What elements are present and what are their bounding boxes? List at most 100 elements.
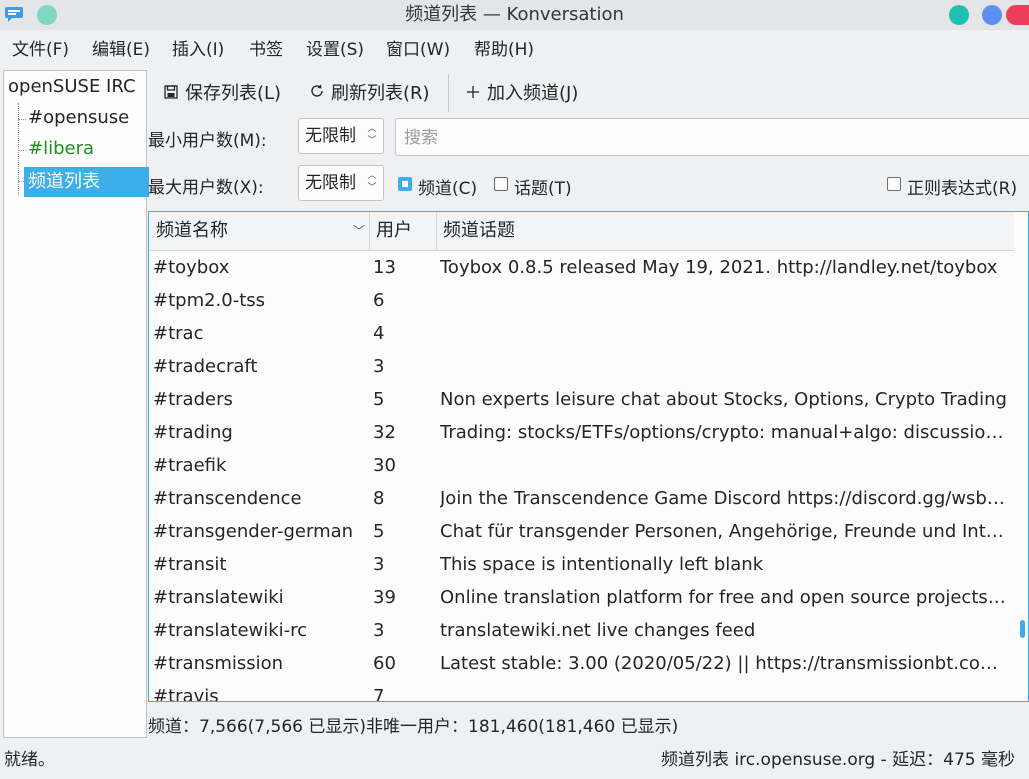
channel-table: 频道名称 ﹀ 用户 频道话题 #toybox 13 Toybox 0.8.5 rel… [148, 211, 1029, 702]
table-row[interactable]: #transgender-german 5 Chat für transgender… [149, 515, 1015, 548]
tree-item-libera[interactable]: #libera [28, 138, 94, 159]
refresh-icon [306, 76, 328, 112]
refresh-list-label: 刷新列表(R) [331, 83, 430, 104]
tree-item-channel-list[interactable]: 频道列表 [24, 167, 149, 197]
user-count-cell: 5 [373, 521, 385, 542]
channel-name-cell: #toybox [153, 257, 230, 278]
table-row[interactable]: #tpm2.0-tss 6 [149, 284, 1015, 317]
channel-checkbox-label[interactable]: 频道(C) [418, 174, 477, 199]
tree-item-server[interactable]: openSUSE IRC [8, 76, 136, 97]
join-channel-button[interactable]: 加入频道(J) [462, 76, 578, 112]
menu-file[interactable]: 文件(F) [12, 32, 69, 68]
topic-checkbox[interactable] [494, 177, 508, 191]
channel-name-cell: #transcendence [153, 488, 302, 509]
user-count-cell: 6 [373, 290, 385, 311]
search-input[interactable] [402, 119, 1006, 157]
user-count-cell: 39 [373, 587, 396, 608]
table-row[interactable]: #transmission 60 Latest stable: 3.00 (2020… [149, 647, 1015, 680]
channel-name-cell: #trading [153, 422, 233, 443]
user-count-cell: 3 [373, 620, 385, 641]
scrollbar-thumb[interactable] [1020, 620, 1025, 638]
table-row[interactable]: #translatewiki 39 Online translation platf… [149, 581, 1015, 614]
menu-help[interactable]: 帮助(H) [474, 32, 534, 68]
channel-topic-cell [440, 317, 1010, 350]
save-list-button[interactable]: 保存列表(L) [160, 76, 281, 112]
min-users-label: 最小用户数(M): [148, 131, 267, 151]
channel-topic-cell: Online translation platform for free and… [440, 587, 1010, 608]
channel-name-cell: #transmission [153, 653, 284, 674]
channel-topic-cell: This space is intentionally left blank [440, 554, 764, 575]
channel-name-cell: #translatewiki-rc [153, 620, 308, 641]
min-users-value: 无限制 [305, 126, 356, 146]
max-users-spinbox[interactable]: 无限制 ︿ ﹀ [298, 165, 384, 201]
column-header-users[interactable]: 用户 [369, 212, 436, 250]
refresh-list-button[interactable]: 刷新列表(R) [306, 76, 430, 112]
user-count-cell: 13 [373, 257, 396, 278]
table-row[interactable]: #trac 4 [149, 317, 1015, 350]
channel-name-cell: #traefik [153, 455, 227, 476]
plus-icon [462, 76, 484, 112]
table-row[interactable]: #traders 5 Non experts leisure chat about … [149, 383, 1015, 416]
min-users-spinbox[interactable]: 无限制 ︿ ﹀ [298, 118, 384, 154]
menu-insert[interactable]: 插入(I) [172, 32, 224, 68]
spin-arrows-icon[interactable]: ︿ ﹀ [365, 170, 379, 194]
window-title: 频道列表 — Konversation [405, 4, 624, 25]
tree-branch-line [18, 150, 26, 151]
spin-arrows-icon[interactable]: ︿ ﹀ [365, 123, 379, 147]
table-row[interactable]: #tradecraft 3 [149, 350, 1015, 383]
menu-edit[interactable]: 编辑(E) [92, 32, 150, 68]
max-users-label: 最大用户数(X): [148, 178, 264, 198]
column-header-topic[interactable]: 频道话题 [436, 212, 1015, 250]
search-box[interactable] [395, 118, 1029, 157]
table-row[interactable]: #travis 7 [149, 680, 1015, 702]
user-count-cell: 8 [373, 488, 385, 509]
channel-name-cell: #translatewiki [153, 587, 284, 608]
tree-branch-line [18, 119, 26, 120]
user-count-cell: 5 [373, 389, 385, 410]
user-count-cell: 32 [373, 422, 396, 443]
save-icon [160, 76, 182, 112]
regex-checkbox-label[interactable]: 正则表达式(R) [907, 174, 1017, 199]
save-list-label: 保存列表(L) [185, 83, 282, 104]
channel-name-cell: #traders [153, 389, 233, 410]
user-count-cell: 3 [373, 554, 385, 575]
table-row[interactable]: #translatewiki-rc 3 translatewiki.net live… [149, 614, 1015, 647]
channel-topic-cell: Latest stable: 3.00 (2020/05/22) || http… [440, 653, 1010, 674]
column-header-channel-name[interactable]: 频道名称 [149, 212, 369, 250]
channel-topic-cell: Join the Transcendence Game Discord http… [440, 488, 1010, 509]
table-row[interactable]: #transcendence 8 Join the Transcendence Ga… [149, 482, 1015, 515]
close-button[interactable] [1006, 5, 1029, 25]
user-count-cell: 4 [373, 323, 385, 344]
channel-topic-cell: Non experts leisure chat about Stocks, O… [440, 389, 1007, 410]
topic-checkbox-label[interactable]: 话题(T) [514, 174, 572, 199]
server-tree: openSUSE IRC #opensuse #libera 频道列表 [3, 70, 149, 738]
vertical-scrollbar[interactable] [1014, 212, 1028, 701]
user-count-cell: 30 [373, 455, 396, 476]
status-ready: 就绪。 [4, 750, 55, 770]
menu-settings[interactable]: 设置(S) [306, 32, 364, 68]
channel-name-cell: #travis [153, 686, 219, 702]
table-row[interactable]: #trading 32 Trading: stocks/ETFs/options/c… [149, 416, 1015, 449]
channel-name-cell: #transgender-german [153, 521, 354, 542]
menu-bookmarks[interactable]: 书签 [249, 32, 283, 68]
channel-topic-cell [440, 350, 1010, 383]
regex-checkbox[interactable] [887, 177, 901, 191]
channel-topic-cell [440, 449, 1010, 482]
channel-summary: 频道：7,566(7,566 已显示)非唯一用户：181,460(181,460… [148, 717, 679, 737]
channel-topic-cell [440, 680, 1010, 701]
join-channel-label: 加入频道(J) [487, 83, 579, 104]
tree-item-opensuse[interactable]: #opensuse [28, 107, 129, 128]
maximize-button[interactable] [982, 5, 1002, 25]
table-row[interactable]: #toybox 13 Toybox 0.8.5 released May 19, 2… [149, 251, 1015, 284]
channel-name-cell: #trac [153, 323, 204, 344]
table-header: 频道名称 ﹀ 用户 频道话题 [149, 212, 1015, 251]
table-row[interactable]: #transit 3 This space is intentionally lef… [149, 548, 1015, 581]
user-count-cell: 3 [373, 356, 385, 377]
minimize-button[interactable] [949, 5, 969, 25]
channel-checkbox[interactable] [398, 177, 412, 191]
channel-topic-cell: Toybox 0.8.5 released May 19, 2021. http… [440, 257, 998, 278]
menu-window[interactable]: 窗口(W) [386, 32, 450, 68]
channel-topic-cell: Chat für transgender Personen, Angehörig… [440, 521, 1004, 542]
table-row[interactable]: #traefik 30 [149, 449, 1015, 482]
channel-name-cell: #transit [153, 554, 227, 575]
